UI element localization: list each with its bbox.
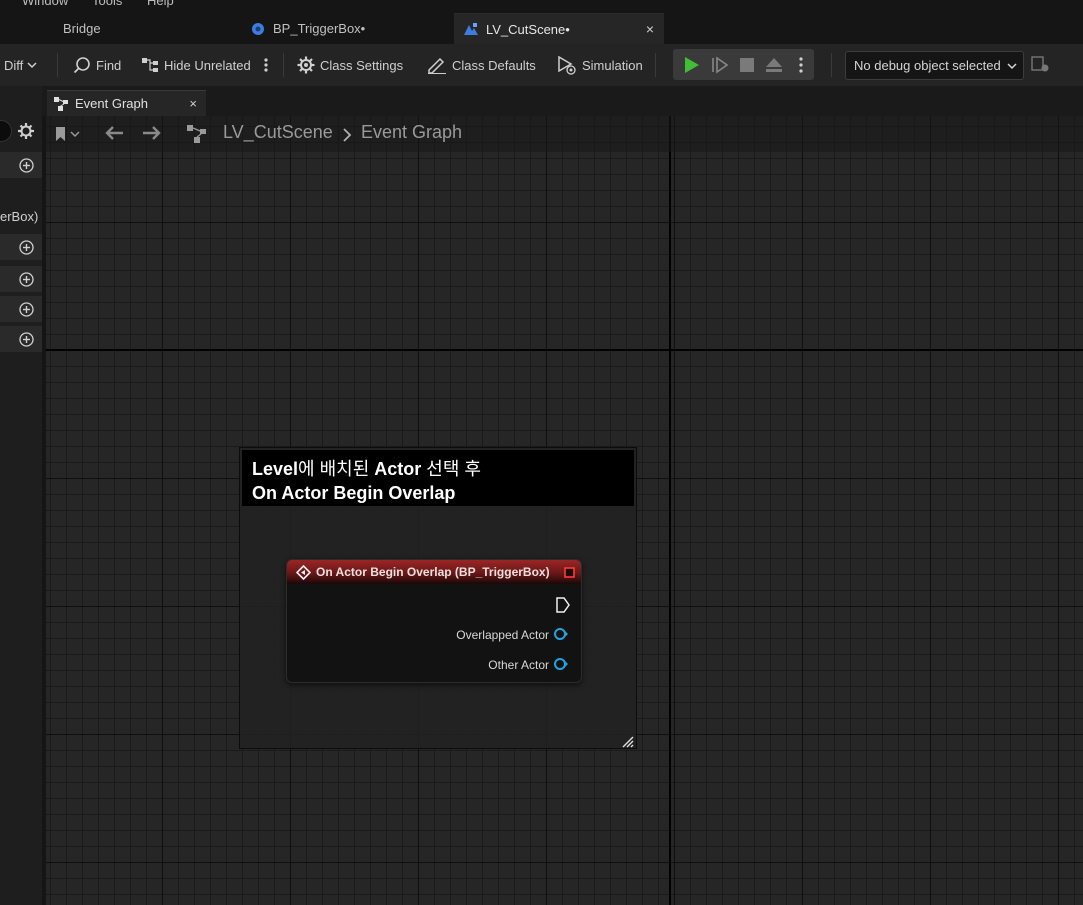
comment-title[interactable]: Level에 배치된 Actor 선택 후 On Actor Begin Ove… xyxy=(242,450,634,506)
breadcrumb: LV_CutScene Event Graph xyxy=(46,116,1083,152)
add-circle-icon[interactable] xyxy=(19,302,34,317)
category-row[interactable] xyxy=(0,296,42,322)
debug-object-dropdown[interactable]: No debug object selected xyxy=(845,51,1024,80)
pin-label-other-actor: Other Actor xyxy=(488,658,549,672)
find-label: Find xyxy=(96,57,122,73)
diff-label: Diff xyxy=(4,57,24,73)
comment-line-2: On Actor Begin Overlap xyxy=(252,481,634,505)
hide-unrelated-button[interactable]: Hide Unrelated xyxy=(141,44,251,86)
simulation-label: Simulation xyxy=(582,57,643,73)
tab-label: Event Graph xyxy=(75,96,148,111)
tab-bridge[interactable]: Bridge xyxy=(48,13,238,44)
event-item-label[interactable]: erBox) xyxy=(0,209,38,224)
simulation-icon xyxy=(557,55,582,75)
play-options-icon[interactable] xyxy=(797,56,805,74)
toolbar-divider xyxy=(655,53,656,77)
node-title: On Actor Begin Overlap (BP_TriggerBox) xyxy=(316,565,550,579)
search-icon xyxy=(73,56,96,74)
graph-origin-axis-horizontal xyxy=(46,349,1083,351)
toolbar-divider xyxy=(831,53,832,77)
pin-label-overlapped-actor: Overlapped Actor xyxy=(456,628,549,642)
toolbar-divider xyxy=(57,53,58,77)
comment-text: 에 배치된 xyxy=(298,459,375,479)
toolbar-divider xyxy=(283,53,284,77)
class-defaults-label: Class Defaults xyxy=(452,57,536,73)
diff-button[interactable]: Diff xyxy=(4,44,42,86)
blueprint-icon xyxy=(251,22,265,36)
forward-arrow-icon[interactable] xyxy=(142,125,162,141)
comment-text: 선택 후 xyxy=(421,459,481,479)
resize-grip-icon[interactable] xyxy=(622,736,634,748)
menu-help[interactable]: Help xyxy=(147,0,174,8)
eject-icon[interactable] xyxy=(765,56,783,74)
node-hierarchy-icon xyxy=(141,56,164,74)
gear-icon xyxy=(297,56,320,74)
my-blueprint-panel: erBox) xyxy=(0,86,42,905)
toolbar: Diff Find Hide Unrelated Class Settings … xyxy=(0,44,1083,86)
comment-text: Level xyxy=(252,459,299,479)
class-settings-button[interactable]: Class Settings xyxy=(297,44,403,86)
object-pin-icon[interactable] xyxy=(553,657,569,671)
event-diamond-icon xyxy=(296,565,311,580)
event-node-on-actor-begin-overlap[interactable]: On Actor Begin Overlap (BP_TriggerBox) O… xyxy=(286,559,582,683)
stop-icon[interactable] xyxy=(739,57,755,73)
chevron-right-icon xyxy=(342,127,352,143)
object-pin-icon[interactable] xyxy=(553,627,569,641)
node-header[interactable]: On Actor Begin Overlap (BP_TriggerBox) xyxy=(287,560,581,584)
tab-event-graph[interactable]: Event Graph × xyxy=(47,90,206,116)
category-row[interactable] xyxy=(0,326,42,352)
debug-select-icon[interactable] xyxy=(1031,56,1051,74)
menu-tools[interactable]: Tools xyxy=(92,0,122,8)
search-input[interactable] xyxy=(0,120,12,142)
graph-origin-axis-vertical xyxy=(669,116,671,905)
exec-out-pin-icon[interactable] xyxy=(556,597,570,613)
simulation-button[interactable]: Simulation xyxy=(557,44,643,86)
delegate-pin-icon[interactable] xyxy=(564,567,575,578)
comment-line-1: Level에 배치된 Actor 선택 후 xyxy=(252,457,634,481)
category-row[interactable] xyxy=(0,266,42,292)
close-tab-icon[interactable]: × xyxy=(189,96,197,111)
add-circle-icon[interactable] xyxy=(19,240,34,255)
debug-object-label: No debug object selected xyxy=(854,58,1001,73)
tab-bp-triggerbox[interactable]: BP_TriggerBox• xyxy=(245,13,450,44)
close-tab-icon[interactable]: × xyxy=(646,21,654,37)
tab-lv-cutscene[interactable]: LV_CutScene• × xyxy=(454,13,664,44)
gear-icon[interactable] xyxy=(17,122,35,140)
bookmark-icon[interactable] xyxy=(54,126,80,142)
tab-label: BP_TriggerBox• xyxy=(273,21,366,36)
play-icon[interactable] xyxy=(683,56,701,74)
add-circle-icon[interactable] xyxy=(19,272,34,287)
level-blueprint-icon xyxy=(463,22,479,36)
breadcrumb-level[interactable]: LV_CutScene xyxy=(223,122,333,143)
tab-label: LV_CutScene• xyxy=(486,21,570,37)
document-tab-strip: Bridge BP_TriggerBox• LV_CutScene• × xyxy=(0,13,1083,44)
category-row[interactable] xyxy=(0,234,42,260)
chevron-down-icon xyxy=(1007,62,1017,70)
add-circle-icon[interactable] xyxy=(19,332,34,347)
find-button[interactable]: Find xyxy=(73,44,121,86)
graph-hierarchy-icon xyxy=(186,124,208,144)
comment-text: On Actor Begin Overlap xyxy=(252,483,456,503)
graph-tab-bar: Event Graph × xyxy=(42,86,1083,116)
menu-window[interactable]: Window xyxy=(22,0,68,8)
step-icon[interactable] xyxy=(711,56,729,74)
category-row[interactable] xyxy=(0,152,42,178)
event-graph-icon xyxy=(54,96,68,111)
breadcrumb-graph[interactable]: Event Graph xyxy=(361,122,462,143)
more-options-icon[interactable] xyxy=(259,44,278,86)
class-settings-label: Class Settings xyxy=(320,57,404,73)
chevron-down-icon xyxy=(27,61,42,69)
tab-label: Bridge xyxy=(63,21,101,36)
pencil-icon xyxy=(427,56,452,74)
comment-text: Actor xyxy=(374,459,422,479)
play-controls xyxy=(673,49,814,80)
hide-unrelated-label: Hide Unrelated xyxy=(164,57,251,73)
menu-bar: Window Tools Help xyxy=(0,0,1083,13)
back-arrow-icon[interactable] xyxy=(104,125,124,141)
add-circle-icon[interactable] xyxy=(19,158,34,173)
class-defaults-button[interactable]: Class Defaults xyxy=(427,44,536,86)
